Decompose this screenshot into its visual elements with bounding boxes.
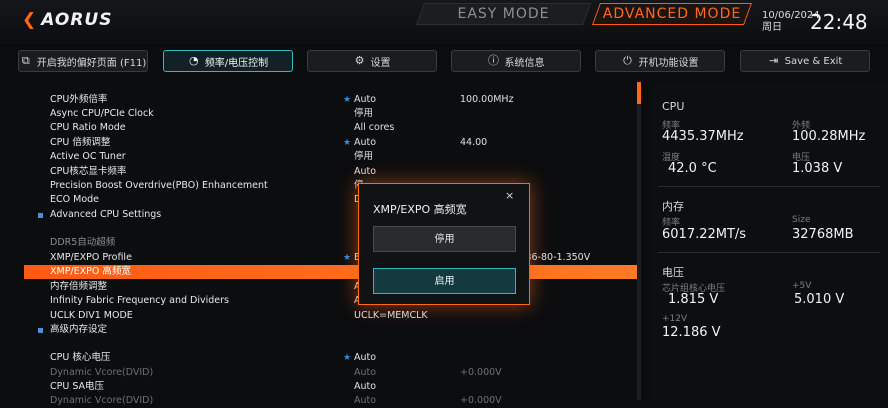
exit-icon: ⇥	[769, 54, 779, 67]
submenu-advanced-memory[interactable]: 高级内存设定	[24, 323, 640, 337]
tab-frequency-voltage[interactable]: ◔ 频率/电压控制	[163, 50, 293, 72]
favorite-page-icon: ⧉	[21, 54, 30, 67]
setting-row[interactable]: CPU 倍频调整 ★ Auto 44.00	[24, 136, 640, 150]
star-icon: ★	[343, 138, 352, 148]
memory-section-title: 内存	[662, 200, 684, 213]
tab-save-exit[interactable]: ⇥ Save & Exit	[740, 50, 870, 72]
voltage-12v: 12.186 V	[662, 325, 721, 340]
setting-row[interactable]: Precision Boost Overdrive(PBO) Enhanceme…	[24, 179, 640, 193]
easy-mode-button[interactable]: EASY MODE	[415, 3, 592, 25]
setting-row-selected[interactable]: XMP/EXPO 高频宽	[24, 265, 640, 279]
advanced-mode-button[interactable]: ADVANCED MODE	[591, 3, 753, 25]
tab-favorites[interactable]: ⧉ 开启我的偏好页面 (F11)	[18, 50, 148, 72]
dialog-title: XMP/EXPO 高频宽	[373, 203, 467, 216]
settings-list: CPU外频倍率 ★ Auto 100.00MHz Async CPU/PCIe …	[24, 82, 640, 406]
scrollbar-thumb[interactable]	[637, 82, 641, 104]
info-icon: ⓘ	[488, 54, 499, 67]
tab-boot[interactable]: ⏻ 开机功能设置	[595, 50, 725, 72]
setting-row[interactable]: Dynamic Vcore(DVID) Auto +0.000V	[24, 394, 640, 408]
brand-logo: ❮ AORUS	[22, 10, 113, 30]
setting-row[interactable]: UCLK DIV1 MODE UCLK=MEMCLK	[24, 309, 640, 323]
tab-settings[interactable]: ⚙ 设置	[307, 50, 437, 72]
gear-icon: ⚙	[354, 54, 365, 67]
setting-row[interactable]: CPU核芯显卡频率 Auto	[24, 165, 640, 179]
setting-row[interactable]: CPU 核心电压 ★ Auto	[24, 351, 640, 365]
setting-row[interactable]: CPU Ratio Mode All cores	[24, 121, 640, 135]
setting-row[interactable]: ECO Mode D	[24, 193, 640, 207]
scrollbar[interactable]	[637, 82, 641, 400]
setting-row[interactable]: Async CPU/PCIe Clock 停用	[24, 107, 640, 121]
submenu-bullet-icon	[38, 328, 43, 333]
cpu-section-title: CPU	[662, 100, 685, 113]
system-info-panel: CPU 频率 4435.37MHz 外频 100.28MHz 温度 42.0 °…	[650, 82, 888, 400]
clock: 22:48	[810, 10, 868, 34]
top-bar: ❮ AORUS EASY MODE ADVANCED MODE 10/06/202…	[0, 0, 888, 44]
cpu-voltage: 1.038 V	[792, 161, 843, 176]
cpu-bclk: 100.28MHz	[792, 129, 866, 144]
divider	[658, 186, 880, 187]
setting-row[interactable]: CPU SA电压 Auto	[24, 380, 640, 394]
divider	[658, 252, 880, 253]
setting-row[interactable]: Active OC Tuner 停用	[24, 150, 640, 164]
submenu-bullet-icon	[38, 213, 43, 218]
cpu-temperature: 42.0 °C	[668, 161, 717, 176]
close-icon[interactable]: ×	[505, 189, 514, 202]
voltage-section-title: 电压	[662, 266, 684, 279]
star-icon: ★	[343, 95, 352, 105]
star-icon: ★	[343, 253, 352, 263]
voltage-5v: 5.010 V	[794, 292, 845, 307]
setting-row[interactable]: 内存倍频调整 A	[24, 280, 640, 294]
setting-row[interactable]: XMP/EXPO Profile ★ E 6-36-80-1.350V	[24, 251, 640, 265]
chipset-voltage: 1.815 V	[668, 292, 719, 307]
submenu-advanced-cpu[interactable]: Advanced CPU Settings	[24, 208, 640, 222]
cpu-frequency: 4435.37MHz	[662, 129, 744, 144]
option-enable-button[interactable]: 启用	[373, 268, 516, 294]
setting-row[interactable]: CPU外频倍率 ★ Auto 100.00MHz	[24, 93, 640, 107]
memory-size: 32768MB	[792, 227, 854, 242]
option-dialog: XMP/EXPO 高频宽 × 停用 启用	[358, 183, 530, 305]
memory-frequency: 6017.22MT/s	[662, 227, 747, 242]
star-icon: ★	[343, 353, 352, 363]
speedometer-icon: ◔	[189, 54, 199, 67]
tab-system-info[interactable]: ⓘ 系统信息	[451, 50, 581, 72]
setting-row[interactable]: Dynamic Vcore(DVID) Auto +0.000V	[24, 366, 640, 380]
section-header: DDR5自动超频	[50, 237, 116, 248]
aorus-wing-icon: ❮	[22, 10, 38, 30]
option-disable-button[interactable]: 停用	[373, 226, 516, 252]
power-icon: ⏻	[623, 54, 632, 67]
setting-row[interactable]: Infinity Fabric Frequency and Dividers A	[24, 294, 640, 308]
